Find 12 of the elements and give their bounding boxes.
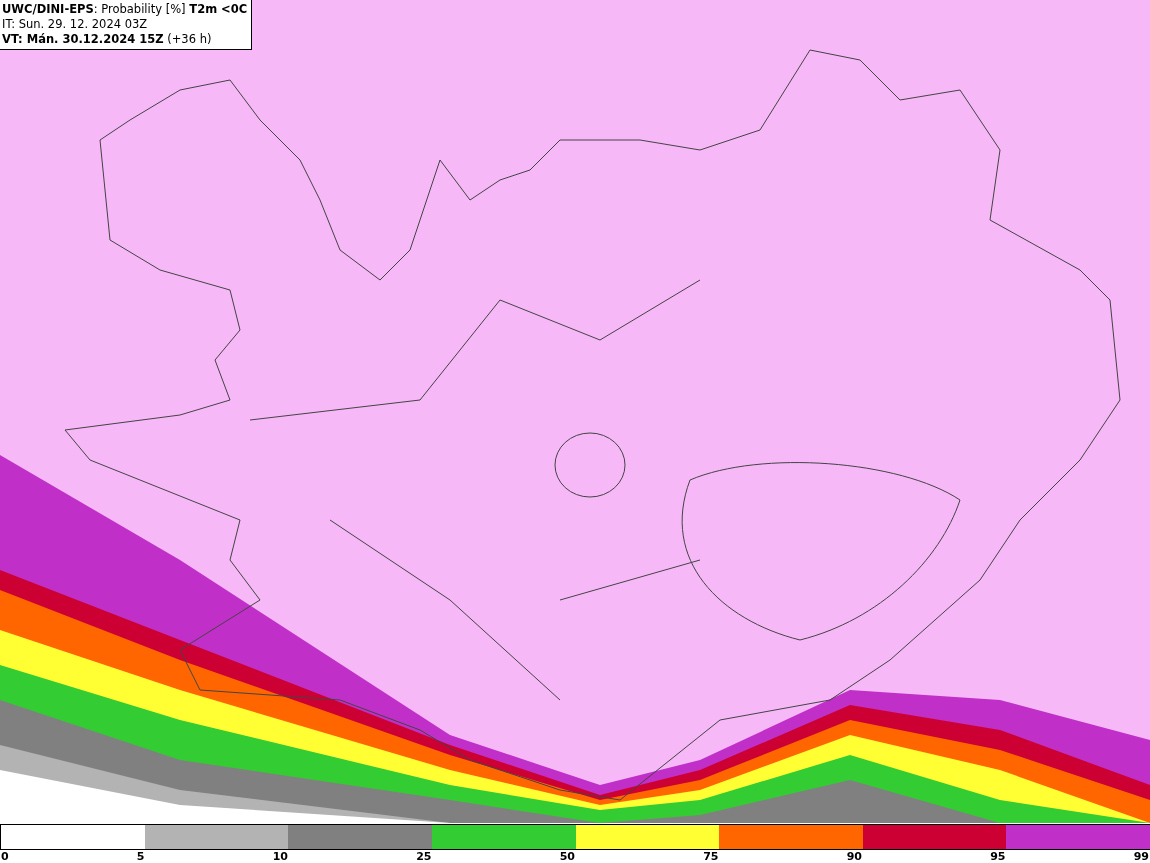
header-line: VT: Mán. 30.12.2024 15Z (+36 h) — [2, 32, 213, 47]
legend-tick-label: 95 — [990, 850, 1006, 863]
header-line: IT: Sun. 29. 12. 2024 03Z — [2, 17, 149, 32]
legend-tick-label: 5 — [136, 850, 145, 863]
legend-tick-label: 25 — [416, 850, 432, 863]
legend-tick-label: 10 — [272, 850, 288, 863]
header-line: UWC/DINI-EPS: Probability [%] T2m <0C — [2, 2, 248, 17]
legend-tick-label: 0 — [1, 850, 9, 863]
legend-tick-label: 90 — [846, 850, 862, 863]
legend-tick-label: 50 — [559, 850, 575, 863]
legend-tick-label: 99 — [1133, 850, 1149, 863]
legend-tick-label: 75 — [703, 850, 719, 863]
